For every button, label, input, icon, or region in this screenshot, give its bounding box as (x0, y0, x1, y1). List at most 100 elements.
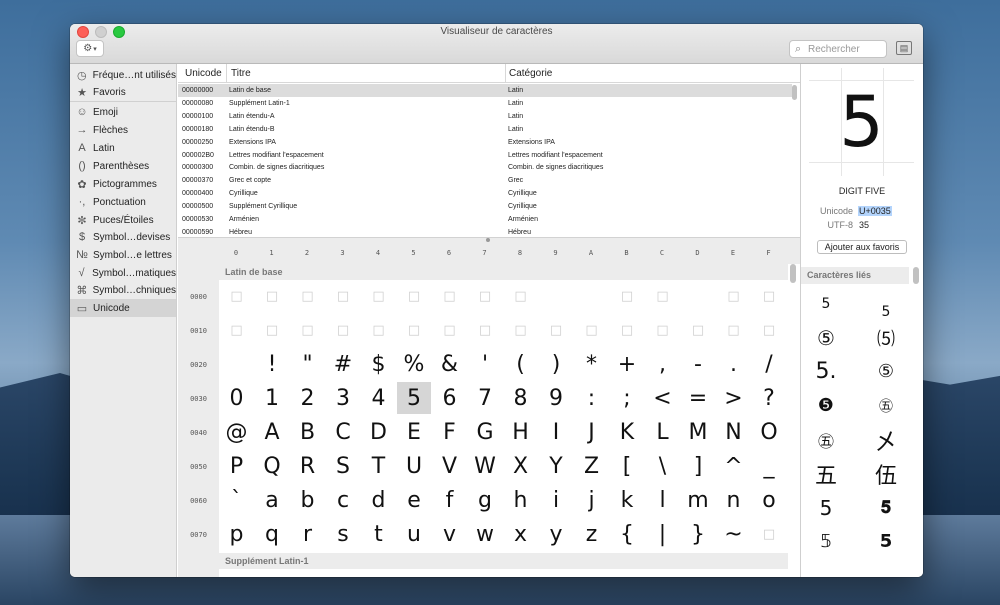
utf8-value[interactable]: 35 (859, 220, 869, 230)
character-cell[interactable] (539, 280, 573, 312)
related-character[interactable]: ⑸ (861, 321, 911, 354)
table-row[interactable]: 00000500 Supplément Cyrillique Cyrillique (178, 200, 792, 213)
column-header-unicode[interactable]: Unicode (185, 68, 222, 79)
character-cell[interactable]: k (610, 484, 644, 516)
character-cell[interactable]: 8 (504, 382, 538, 414)
character-cell[interactable]: P (220, 450, 254, 482)
sidebar-item-symbol-matiques[interactable]: √ Symbol…matiques (70, 264, 176, 282)
table-row[interactable]: 00000100 Latin étendu-A Latin (178, 110, 792, 123)
character-cell[interactable]: U (397, 450, 431, 482)
character-cell[interactable]: X (504, 450, 538, 482)
character-cell[interactable]: T (362, 450, 396, 482)
character-cell[interactable]: ` (220, 484, 254, 516)
character-cell[interactable]: □ (255, 314, 289, 346)
character-cell[interactable]: 9 (539, 382, 573, 414)
character-cell[interactable]: f (433, 484, 467, 516)
character-cell[interactable]: □ (326, 280, 360, 312)
character-cell[interactable]: I (539, 416, 573, 448)
character-cell[interactable]: h (504, 484, 538, 516)
character-cell[interactable]: 4 (362, 382, 396, 414)
character-cell[interactable]: 7 (468, 382, 502, 414)
sidebar-item-symbol-e-lettres[interactable]: № Symbol…e lettres (70, 246, 176, 264)
character-cell[interactable]: + (610, 348, 644, 380)
character-cell[interactable]: d (362, 484, 396, 516)
character-cell[interactable]: □ (291, 280, 325, 312)
character-cell[interactable]: m (681, 484, 715, 516)
character-cell[interactable]: B (291, 416, 325, 448)
sidebar-item-puces-e-toiles[interactable]: ✼ Puces/Étoiles (70, 211, 176, 229)
character-cell[interactable]: N (717, 416, 751, 448)
sidebar-item-parenthe-ses[interactable]: () Parenthèses (70, 157, 176, 175)
sidebar-item-symbol-devises[interactable]: $ Symbol…devises (70, 228, 176, 246)
character-cell[interactable]: j (575, 484, 609, 516)
character-cell[interactable]: S (326, 450, 360, 482)
table-scrollbar[interactable] (792, 85, 797, 100)
sidebar-item-emoji[interactable]: ☺ Emoji (70, 103, 176, 121)
related-character[interactable]: ⑤ (861, 355, 911, 388)
character-cell[interactable] (220, 348, 254, 380)
character-cell[interactable]: □ (646, 314, 680, 346)
character-cell[interactable]: A (255, 416, 289, 448)
character-cell[interactable]: v (433, 518, 467, 550)
character-cell[interactable]: □ (717, 314, 751, 346)
table-row[interactable]: 000002B0 Lettres modifiant l'espacement Le… (178, 149, 792, 162)
character-cell[interactable]: w (468, 518, 502, 550)
character-cell[interactable]: ) (539, 348, 573, 380)
table-row[interactable]: 00000080 Supplément Latin-1 Latin (178, 97, 792, 110)
character-cell[interactable]: 6 (433, 382, 467, 414)
character-cell[interactable]: □ (433, 280, 467, 312)
search-field[interactable]: ⌕ (789, 40, 887, 58)
column-header-title[interactable]: Titre (231, 68, 251, 79)
character-cell[interactable]: ? (752, 382, 786, 414)
character-cell[interactable]: } (681, 518, 715, 550)
related-character[interactable]: 㐅 (861, 423, 911, 456)
character-cell[interactable]: $ (362, 348, 396, 380)
related-character[interactable]: 𝟱 (861, 525, 911, 558)
character-cell[interactable]: ~ (717, 518, 751, 550)
character-cell[interactable] (681, 280, 715, 312)
character-cell[interactable]: ! (255, 348, 289, 380)
character-cell[interactable]: □ (752, 280, 786, 312)
character-cell[interactable]: V (433, 450, 467, 482)
character-cell[interactable]: L (646, 416, 680, 448)
character-cell[interactable]: = (681, 382, 715, 414)
grid-scrollbar[interactable] (790, 264, 796, 283)
character-cell[interactable]: i (539, 484, 573, 516)
related-scrollbar[interactable] (913, 267, 919, 284)
character-cell[interactable]: . (717, 348, 751, 380)
character-cell[interactable]: □ (504, 280, 538, 312)
character-cell[interactable]: : (575, 382, 609, 414)
character-cell[interactable]: R (291, 450, 325, 482)
character-cell[interactable]: E (397, 416, 431, 448)
character-cell[interactable]: □ (255, 280, 289, 312)
character-cell[interactable]: # (326, 348, 360, 380)
related-character[interactable]: 五 (801, 457, 851, 490)
character-cell[interactable]: ; (610, 382, 644, 414)
character-cell[interactable]: 5 (397, 382, 431, 414)
character-cell[interactable]: ' (468, 348, 502, 380)
character-cell[interactable]: M (681, 416, 715, 448)
character-cell[interactable]: 0 (220, 382, 254, 414)
character-cell[interactable]: , (646, 348, 680, 380)
character-cell[interactable]: a (255, 484, 289, 516)
sidebar-item-ponctuation[interactable]: ·, Ponctuation (70, 193, 176, 211)
character-cell[interactable]: x (504, 518, 538, 550)
character-cell[interactable]: □ (468, 280, 502, 312)
character-cell[interactable]: r (291, 518, 325, 550)
character-cell[interactable]: ( (504, 348, 538, 380)
character-cell[interactable]: { (610, 518, 644, 550)
character-cell[interactable]: □ (433, 314, 467, 346)
split-grip[interactable] (486, 238, 490, 242)
character-cell[interactable]: t (362, 518, 396, 550)
character-cell[interactable]: u (397, 518, 431, 550)
character-cell[interactable]: □ (610, 314, 644, 346)
character-cell[interactable]: & (433, 348, 467, 380)
character-cell[interactable]: □ (220, 280, 254, 312)
sidebar-item-fre-que-nt-utilise-s[interactable]: ◷ Fréque…nt utilisés (70, 66, 176, 84)
character-cell[interactable]: □ (504, 314, 538, 346)
add-to-favorites-button[interactable]: Ajouter aux favoris (817, 240, 907, 254)
character-cell[interactable]: 2 (291, 382, 325, 414)
character-cell[interactable]: □ (362, 314, 396, 346)
related-character[interactable]: 5 (801, 491, 851, 524)
character-cell[interactable]: | (646, 518, 680, 550)
